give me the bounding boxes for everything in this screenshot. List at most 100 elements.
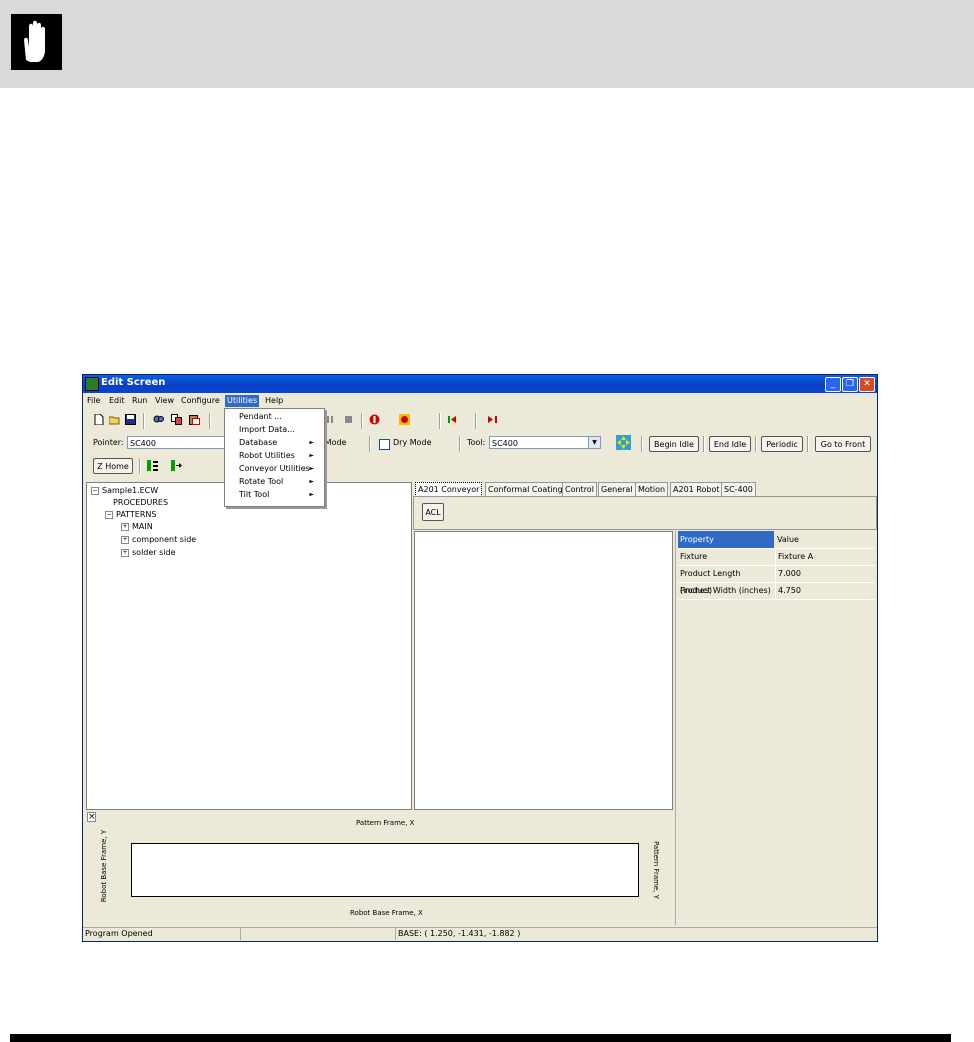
tab-general[interactable]: General	[598, 482, 636, 496]
menu-help[interactable]: Help	[263, 395, 285, 407]
collapse-icon[interactable]: −	[91, 486, 99, 495]
copy-icon[interactable]	[171, 414, 182, 425]
property-row[interactable]: Fixture Fixture A	[678, 548, 875, 566]
status-bar: Program Opened BASE: ( 1.250, -1.431, -1…	[83, 927, 877, 941]
periodic-button[interactable]: Periodic	[761, 436, 803, 452]
tab-a201-conveyor[interactable]: A201 Conveyor	[415, 482, 483, 497]
menu-item-import-data[interactable]: Import Data...	[239, 424, 319, 436]
chevron-down-icon[interactable]: ▼	[588, 437, 600, 448]
menu-item-pendant[interactable]: Pendant ...	[239, 411, 319, 423]
toolbar-separator	[209, 413, 211, 429]
tab-motion[interactable]: Motion	[635, 482, 669, 496]
collapse-icon[interactable]: −	[105, 510, 113, 519]
begin-idle-button[interactable]: Begin Idle	[649, 436, 699, 452]
menu-utilities[interactable]: Utilities	[225, 395, 260, 407]
menu-file[interactable]: File	[85, 395, 102, 407]
expand-icon[interactable]: +	[121, 548, 129, 557]
open-folder-icon[interactable]	[109, 414, 120, 425]
menu-item-label: Database	[239, 438, 278, 447]
home-toolbar: Z Home	[83, 455, 877, 477]
property-grid: Property Value Fixture Fixture A Product…	[675, 531, 875, 925]
new-file-icon[interactable]	[93, 414, 104, 425]
toolbar-separator	[369, 436, 371, 452]
step-back-icon[interactable]	[447, 414, 458, 425]
close-button[interactable]: ✕	[859, 377, 875, 392]
tree-root-label: Sample1.ECW	[102, 486, 159, 495]
paste-icon[interactable]	[189, 414, 200, 425]
menu-run[interactable]: Run	[130, 395, 149, 407]
menu-item-tilt-tool[interactable]: Tilt Tool ►	[239, 489, 319, 501]
restore-button[interactable]: ❐	[842, 377, 858, 392]
tree-item-main[interactable]: + MAIN	[121, 522, 153, 531]
page-footer-rule	[10, 1034, 951, 1042]
pointer-select[interactable]: SC400	[127, 436, 227, 449]
dispense-tree-icon[interactable]	[147, 460, 158, 471]
property-row[interactable]: Product Length (inches) 7.000	[678, 565, 875, 595]
dispense-arrow-icon[interactable]	[171, 460, 182, 471]
pointer-value: SC400	[130, 439, 156, 448]
toolbar-separator	[641, 436, 643, 452]
go-to-front-button[interactable]: Go to Front	[815, 436, 871, 452]
tab-sc-400[interactable]: SC-400	[721, 482, 756, 496]
edit-screen-window: Edit Screen _ ❐ ✕ File Edit Run View Con…	[82, 374, 878, 942]
expand-icon[interactable]: +	[121, 535, 129, 544]
value-header: Value	[777, 535, 799, 544]
submenu-arrow-icon: ►	[309, 452, 314, 459]
menu-item-conveyor-utilities[interactable]: Conveyor Utilities ►	[239, 463, 319, 475]
property-name: Product Length (inches)	[680, 569, 741, 595]
tool-select[interactable]: SC400 ▼	[489, 436, 601, 449]
jog-arrows-icon[interactable]	[616, 435, 631, 450]
minimize-button[interactable]: _	[825, 377, 841, 392]
robot-base-frame-y-label: Robot Base Frame, Y	[100, 829, 109, 903]
board-frame[interactable]	[131, 843, 639, 897]
property-value[interactable]: 7.000	[775, 565, 875, 582]
tab-a201-robot[interactable]: A201 Robot	[670, 482, 723, 496]
menu-item-label: Pendant ...	[239, 412, 282, 421]
find-icon[interactable]	[153, 414, 164, 425]
property-value[interactable]: 4.750	[775, 582, 875, 599]
toolbar-separator	[703, 436, 705, 452]
tab-conformal-coating[interactable]: Conformal Coating	[485, 482, 566, 496]
close-icon[interactable]: ×	[87, 812, 96, 822]
status-message: Program Opened	[85, 929, 153, 938]
menu-item-database[interactable]: Database ►	[239, 437, 319, 449]
tree-item-component-side[interactable]: + component side	[121, 535, 196, 544]
property-header: Property	[678, 531, 774, 548]
save-icon[interactable]	[125, 414, 136, 425]
toolbar-separator	[439, 413, 441, 429]
pause-icon[interactable]	[325, 414, 336, 425]
toolbar-separator	[475, 413, 477, 429]
tree-item-procedures[interactable]: PROCEDURES	[113, 498, 168, 507]
menu-edit[interactable]: Edit	[107, 395, 127, 407]
end-idle-button[interactable]: End Idle	[709, 436, 751, 452]
dry-mode-checkbox[interactable]	[379, 439, 390, 450]
tree-item-solder-side[interactable]: + solder side	[121, 548, 176, 557]
tab-control[interactable]: Control	[562, 482, 597, 496]
device-tabs: A201 Conveyor Conformal Coating Control …	[413, 481, 875, 497]
pattern-frame-y-label: Pattern Frame, Y	[651, 841, 660, 899]
menu-view[interactable]: View	[153, 395, 176, 407]
device-list[interactable]	[414, 531, 673, 810]
menu-configure[interactable]: Configure	[179, 395, 222, 407]
toolbar-separator	[143, 413, 145, 429]
app-icon	[85, 377, 99, 391]
program-tree: − Sample1.ECW PROCEDURES − PATTERNS + MAIN …	[86, 482, 412, 810]
menu-item-label: Rotate Tool	[239, 477, 284, 486]
dry-mode-label: Dry Mode	[393, 438, 432, 447]
acl-button[interactable]: ACL	[422, 503, 444, 521]
expand-icon[interactable]: +	[121, 522, 129, 531]
menu-item-robot-utilities[interactable]: Robot Utilities ►	[239, 450, 319, 462]
tree-item-patterns[interactable]: − PATTERNS	[105, 510, 156, 519]
tree-root[interactable]: − Sample1.ECW	[91, 486, 158, 495]
property-value[interactable]: Fixture A	[775, 548, 875, 565]
emergency-stop-icon[interactable]	[369, 414, 380, 425]
property-name: Fixture	[680, 552, 708, 561]
z-home-button[interactable]: Z Home	[93, 458, 133, 474]
stop-icon[interactable]	[343, 414, 354, 425]
page-header-bar	[0, 0, 974, 88]
menu-item-label: Tilt Tool	[239, 490, 270, 499]
step-forward-icon[interactable]	[487, 414, 498, 425]
alarm-icon[interactable]	[399, 414, 410, 425]
property-row[interactable]: Product Width (inches) 4.750	[678, 582, 875, 600]
menu-item-rotate-tool[interactable]: Rotate Tool ►	[239, 476, 319, 488]
